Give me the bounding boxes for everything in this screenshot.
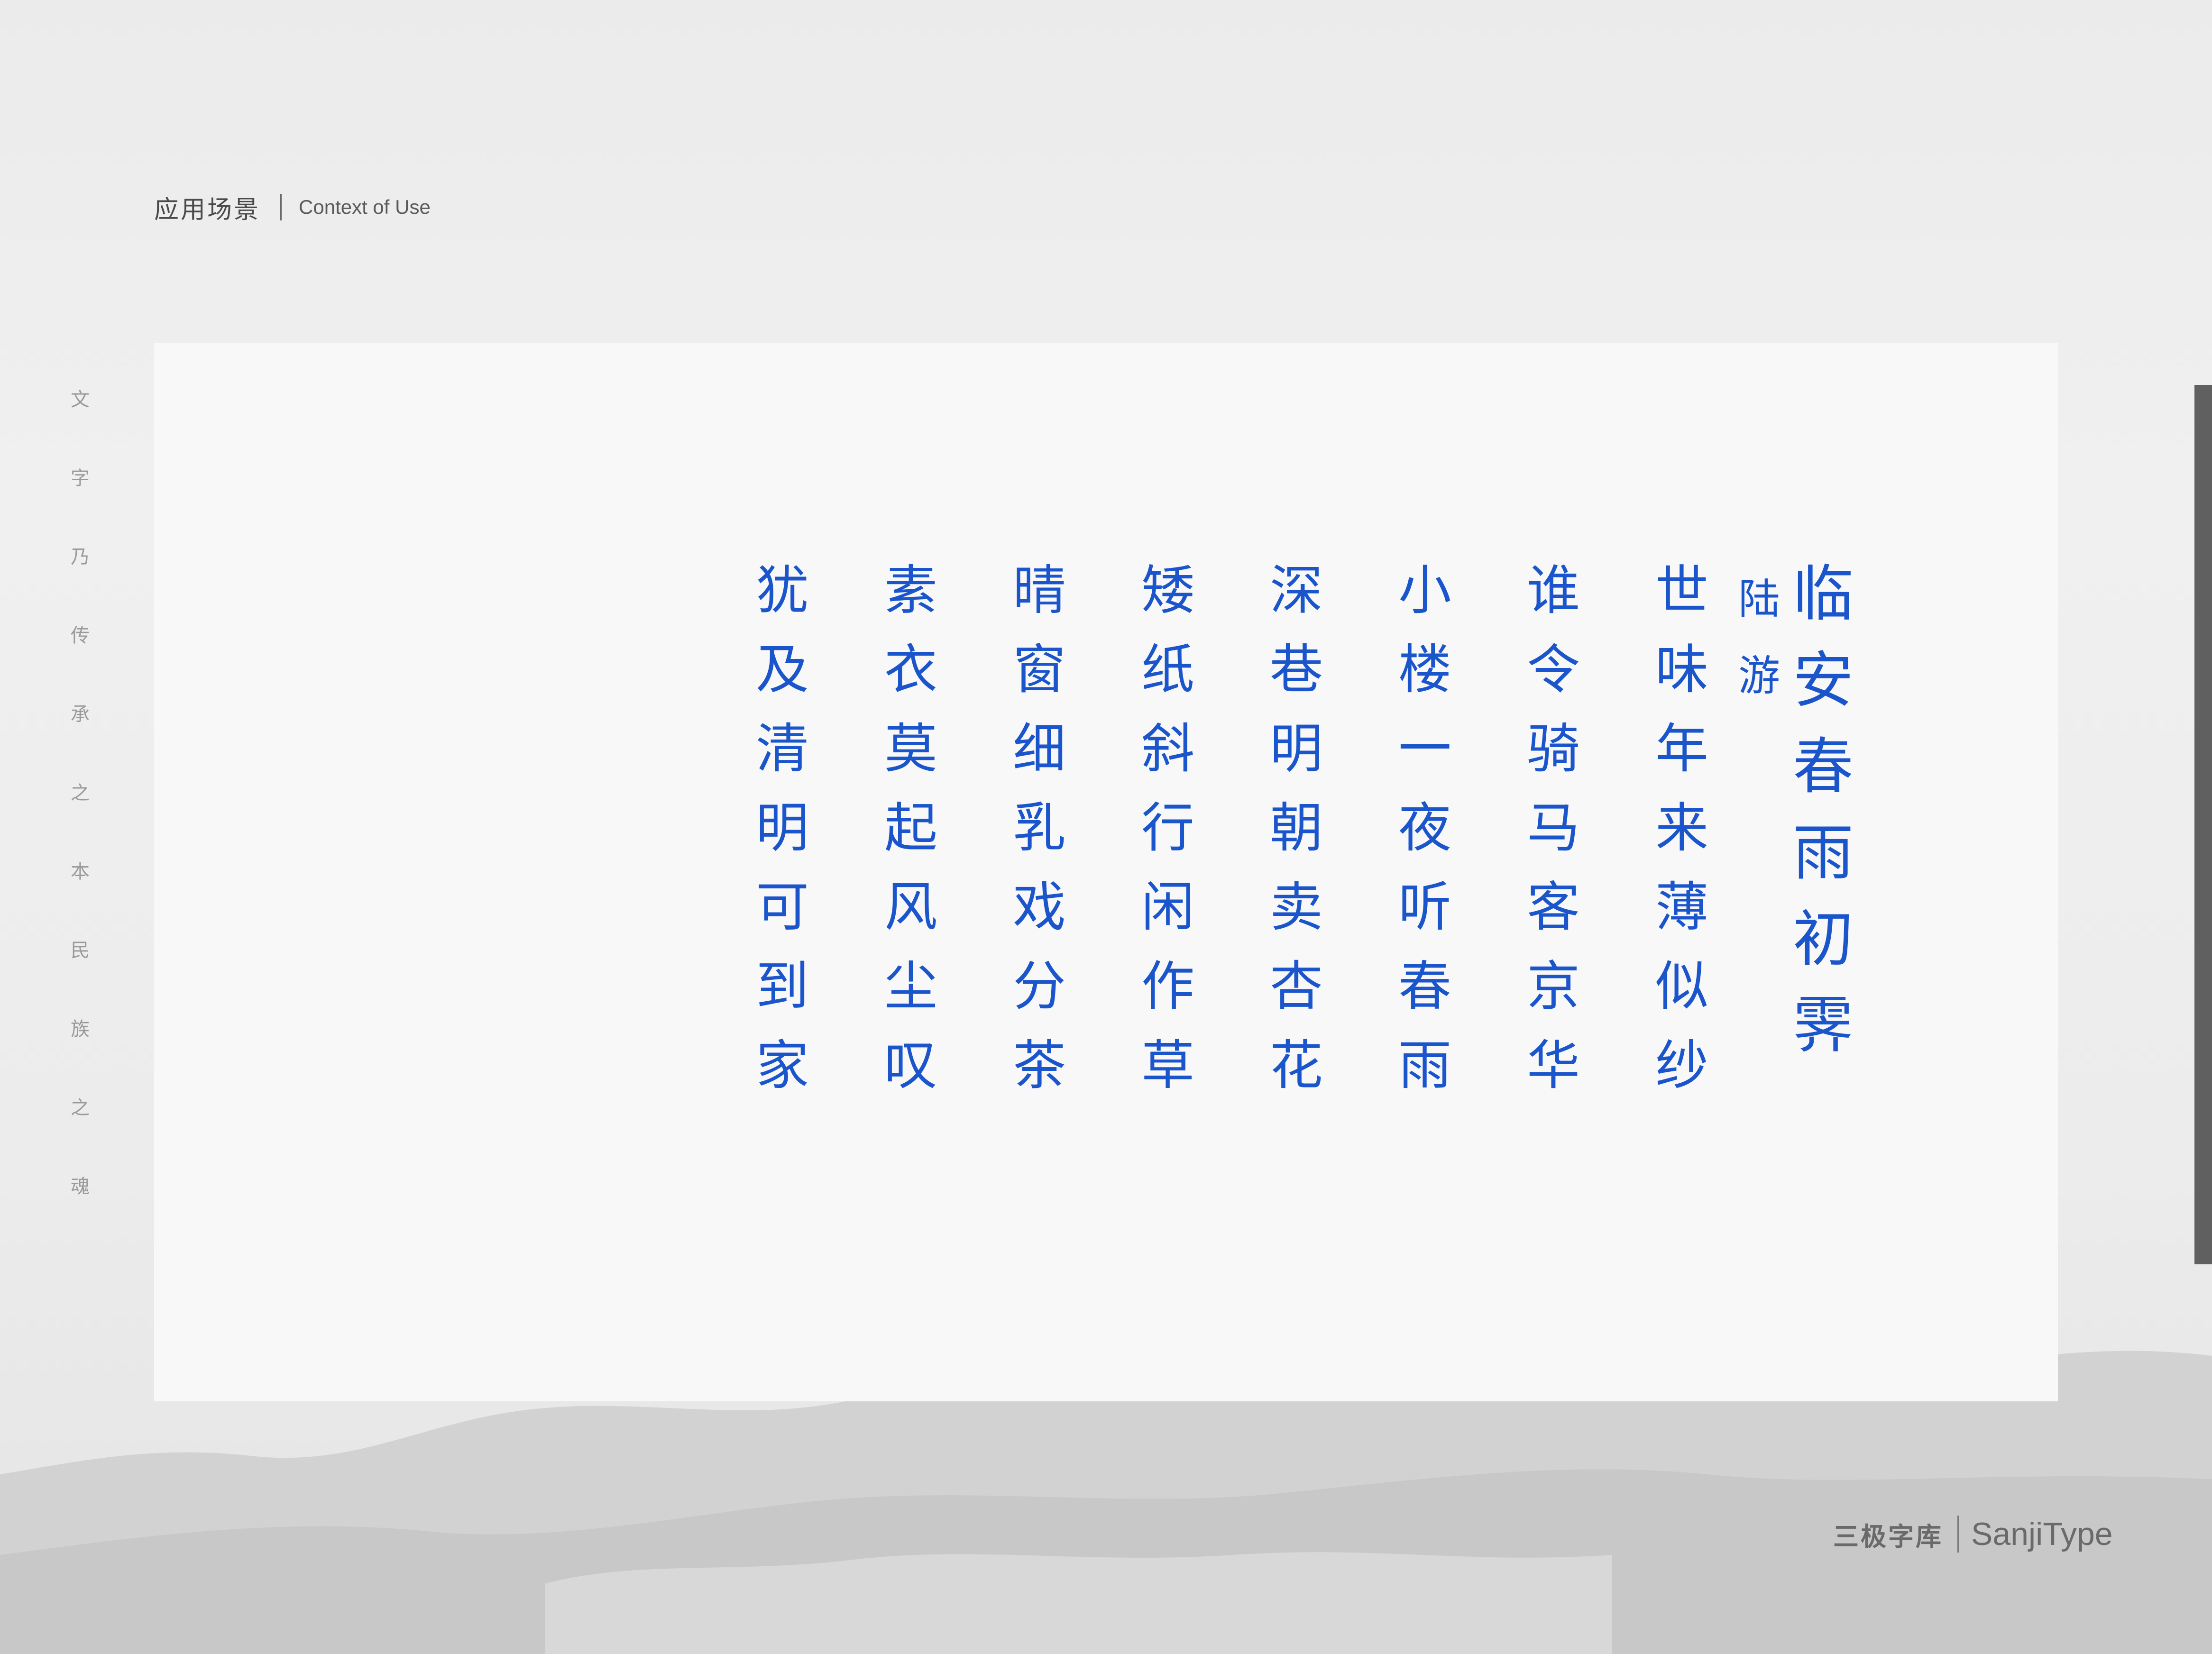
poem-line-2: 谁 令 骑 马 客 京 华 bbox=[1521, 551, 1586, 1106]
poem-char: 骑 bbox=[1527, 718, 1580, 780]
poem-author-char: 游 bbox=[1738, 651, 1780, 700]
poem-char: 作 bbox=[1141, 956, 1194, 1017]
poem-char: 来 bbox=[1655, 797, 1708, 859]
side-char: 之 bbox=[71, 1097, 90, 1119]
poem-char: 茶 bbox=[1013, 1035, 1066, 1097]
poem-char: 似 bbox=[1655, 956, 1708, 1017]
poem-char: 年 bbox=[1655, 718, 1708, 780]
poem-char: 令 bbox=[1527, 639, 1580, 701]
poem-char: 分 bbox=[1013, 956, 1066, 1017]
poem-char: 清 bbox=[756, 718, 809, 780]
poem-title-char: 春 bbox=[1792, 731, 1854, 802]
poem-char: 纸 bbox=[1141, 639, 1194, 701]
side-char: 文 bbox=[71, 389, 90, 411]
poem-line-3: 小 楼 一 夜 听 春 雨 bbox=[1393, 551, 1457, 1106]
poem-char: 客 bbox=[1527, 877, 1580, 938]
poem-vertical-layout: 临 安 春 雨 初 霁 陆 游 世 味 年 来 薄 似 纱 谁 令 骑 马 客 … bbox=[514, 551, 1856, 1239]
poem-char: 谁 bbox=[1527, 560, 1580, 621]
poem-char: 素 bbox=[884, 560, 937, 621]
poem-char: 听 bbox=[1398, 877, 1451, 938]
side-char: 字 bbox=[71, 467, 90, 489]
poem-char: 莫 bbox=[884, 718, 937, 780]
poem-title-char: 临 bbox=[1792, 559, 1854, 630]
poem-char: 薄 bbox=[1655, 877, 1708, 938]
poem-line-5: 矮 纸 斜 行 闲 作 草 bbox=[1136, 551, 1200, 1106]
section-header: 应用场景 Context of Use bbox=[154, 186, 431, 228]
poem-char: 春 bbox=[1398, 956, 1451, 1017]
side-char: 魂 bbox=[71, 1176, 90, 1197]
poem-char: 深 bbox=[1270, 560, 1323, 621]
poem-line-7: 素 衣 莫 起 风 尘 叹 bbox=[879, 551, 943, 1106]
side-char: 承 bbox=[71, 704, 90, 725]
poem-char: 纱 bbox=[1655, 1035, 1708, 1097]
poem-char: 华 bbox=[1527, 1035, 1580, 1097]
poem-char: 及 bbox=[756, 639, 809, 701]
poem-card: 临 安 春 雨 初 霁 陆 游 世 味 年 来 薄 似 纱 谁 令 骑 马 客 … bbox=[154, 343, 2058, 1401]
side-char: 民 bbox=[71, 940, 90, 961]
side-char: 传 bbox=[71, 625, 90, 647]
poem-char: 晴 bbox=[1013, 560, 1066, 621]
side-char: 之 bbox=[71, 782, 90, 804]
poem-line-6: 晴 窗 细 乳 戏 分 茶 bbox=[1007, 551, 1072, 1106]
poem-author-column: 陆 游 bbox=[1733, 551, 1785, 714]
poem-char: 戏 bbox=[1013, 877, 1066, 938]
poem-char: 行 bbox=[1141, 797, 1194, 859]
footer-divider bbox=[1957, 1516, 1959, 1553]
poem-char: 雨 bbox=[1398, 1035, 1451, 1097]
poem-char: 窗 bbox=[1013, 639, 1066, 701]
poem-char: 卖 bbox=[1270, 877, 1323, 938]
poem-char: 世 bbox=[1655, 560, 1708, 621]
poem-author-char: 陆 bbox=[1738, 575, 1780, 623]
poem-title-char: 安 bbox=[1792, 645, 1854, 716]
poem-char: 楼 bbox=[1398, 639, 1451, 701]
poem-line-8: 犹 及 清 明 可 到 家 bbox=[750, 551, 815, 1106]
poem-char: 风 bbox=[884, 877, 937, 938]
poem-char: 可 bbox=[756, 877, 809, 938]
poem-line-1: 世 味 年 来 薄 似 纱 bbox=[1650, 551, 1714, 1106]
poem-char: 明 bbox=[1270, 718, 1323, 780]
poem-char: 杏 bbox=[1270, 956, 1323, 1017]
poem-title-char: 初 bbox=[1792, 904, 1854, 975]
header-title-cn: 应用场景 bbox=[154, 195, 261, 224]
header-divider bbox=[280, 194, 282, 220]
poem-char: 巷 bbox=[1270, 639, 1323, 701]
side-char: 本 bbox=[71, 861, 90, 883]
poem-char: 起 bbox=[884, 797, 937, 859]
poem-char: 衣 bbox=[884, 639, 937, 701]
poem-char: 犹 bbox=[756, 560, 809, 621]
poem-char: 到 bbox=[756, 956, 809, 1017]
brand-name-cn: 三极字库 bbox=[1833, 1521, 1943, 1552]
poem-char: 乳 bbox=[1013, 797, 1066, 859]
poem-char: 叹 bbox=[884, 1035, 937, 1097]
poem-char: 斜 bbox=[1141, 718, 1194, 780]
poem-char: 闲 bbox=[1141, 877, 1194, 938]
poem-char: 矮 bbox=[1141, 560, 1194, 621]
brand-name-en: SanjiType bbox=[1971, 1516, 2113, 1552]
side-char: 乃 bbox=[71, 546, 90, 568]
poem-char: 草 bbox=[1141, 1035, 1194, 1097]
poem-title-char: 霁 bbox=[1792, 990, 1854, 1061]
poem-char: 一 bbox=[1398, 718, 1451, 780]
poem-char: 细 bbox=[1013, 718, 1066, 780]
side-char: 族 bbox=[71, 1018, 90, 1040]
poem-char: 明 bbox=[756, 797, 809, 859]
poem-char: 家 bbox=[756, 1035, 809, 1097]
poem-title-char: 雨 bbox=[1792, 818, 1854, 888]
poem-char: 马 bbox=[1527, 797, 1580, 859]
poem-char: 京 bbox=[1527, 956, 1580, 1017]
poem-char: 夜 bbox=[1398, 797, 1451, 859]
poem-char: 尘 bbox=[884, 956, 937, 1017]
poem-title-column: 临 安 春 雨 初 霁 bbox=[1790, 551, 1856, 1069]
scrollbar-thumb[interactable] bbox=[2194, 385, 2212, 1264]
poem-line-4: 深 巷 明 朝 卖 杏 花 bbox=[1264, 551, 1329, 1106]
header-title-en: Context of Use bbox=[299, 196, 431, 218]
poem-char: 花 bbox=[1270, 1035, 1323, 1097]
brand-footer: 三极字库 SanjiType bbox=[1833, 1511, 2113, 1557]
vertical-side-text: 文 字 乃 传 承 之 本 民 族 之 魂 bbox=[69, 389, 91, 1254]
poem-char: 味 bbox=[1655, 639, 1708, 701]
poem-char: 朝 bbox=[1270, 797, 1323, 859]
poem-char: 小 bbox=[1398, 560, 1451, 621]
